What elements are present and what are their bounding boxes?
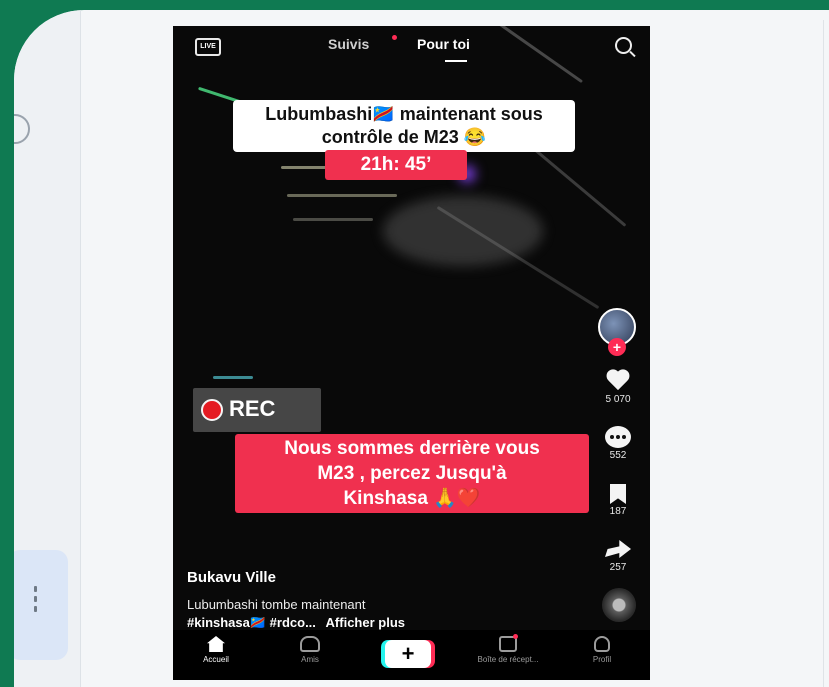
nav-profile[interactable]: Profil [567,636,637,664]
description-text: Lubumbashi tombe maintenant [187,597,366,612]
comment-count: 552 [609,450,627,461]
light-streak [213,376,253,379]
nav-label: Boîte de récept... [477,655,539,664]
caption-line: Kinshasa 🙏❤️ [343,488,481,509]
nav-label: Profil [592,655,612,664]
nav-home[interactable]: Accueil [181,636,251,664]
show-more-link[interactable]: Afficher plus [326,615,405,630]
comment-button[interactable]: 552 [586,426,650,461]
divider [823,20,824,687]
search-icon[interactable] [615,37,632,54]
follow-button[interactable]: + [608,338,626,356]
light-streak [287,194,397,197]
heart-icon [606,370,630,392]
left-panel [14,10,81,687]
nav-friends[interactable]: Amis [275,636,345,664]
bottom-navbar: Accueil Amis + Boîte de récept... Profil [173,630,650,680]
friends-icon [300,636,320,652]
create-button[interactable]: + [385,640,431,668]
nav-label: Amis [301,655,319,664]
comment-icon [605,426,631,448]
active-tab-indicator [445,60,467,62]
record-icon [201,399,223,421]
feed-header: LIVE Suivis Pour toi [173,34,650,62]
music-disc-icon[interactable] [602,588,636,622]
rec-label: REC [229,396,276,421]
light-streak [293,218,373,221]
notification-dot [392,35,397,40]
inbox-notification-dot [513,634,518,639]
tab-following[interactable]: Suivis [328,36,369,52]
rec-overlay: REC [193,388,321,432]
save-button[interactable]: 187 [586,484,650,517]
video-caption-title: Lubumbashi🇨🇩 maintenant sous contrôle de… [233,100,575,152]
share-button[interactable]: 257 [586,540,650,573]
hashtags[interactable]: #kinshasa🇨🇩 #rdco... [187,615,316,630]
caption-line: Nous sommes derrière vous [284,438,540,459]
save-count: 187 [609,506,627,517]
video-description: Lubumbashi tombe maintenant #kinshasa🇨🇩 … [187,596,567,632]
more-options-icon [34,586,38,616]
video-caption-message: Nous sommes derrière vous M23 , percez J… [235,434,589,513]
share-icon [605,540,631,558]
tab-for-you[interactable]: Pour toi [417,36,470,52]
author-name[interactable]: Bukavu Ville [187,569,276,586]
nav-inbox[interactable]: Boîte de récept... [473,634,543,664]
grey-haze [383,196,543,266]
video-caption-time: 21h: 45’ [325,150,467,180]
nav-label: Accueil [203,655,229,664]
home-icon [207,636,225,652]
left-avatar-outline[interactable] [14,114,30,144]
profile-icon [594,636,610,652]
caption-line: M23 , percez Jusqu'à [317,463,507,484]
share-count: 257 [609,562,627,573]
more-options-button[interactable] [14,550,68,660]
tiktok-screenshot[interactable]: LIVE Suivis Pour toi Lubumbashi🇨🇩 mainte… [173,26,650,680]
bookmark-icon [610,484,626,504]
like-button[interactable]: 5 070 [586,370,650,405]
like-count: 5 070 [605,394,631,405]
live-icon[interactable]: LIVE [195,38,221,56]
